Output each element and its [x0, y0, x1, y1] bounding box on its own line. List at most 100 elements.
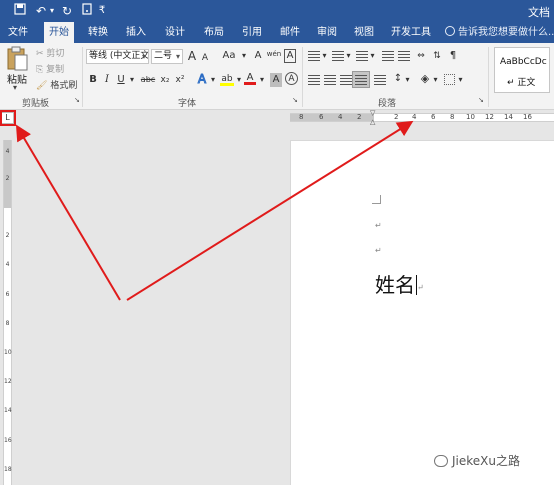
tab-view[interactable]: 视图	[350, 22, 378, 43]
style-normal[interactable]: AaBbCcDc ↵ 正文	[494, 47, 550, 93]
font-size-select[interactable]: 二号	[151, 49, 183, 64]
char-border-button[interactable]: A	[284, 49, 296, 63]
vertical-ruler[interactable]: 4 2 2 4 6 8 10 12 14 16 18	[3, 140, 12, 485]
horizontal-ruler[interactable]: 8 6 4 2 2 4 6 8 10 12 14 16 ▽ △	[290, 109, 554, 126]
ruler-number: 18	[4, 466, 12, 473]
highlight-button[interactable]: ab	[220, 72, 234, 86]
tab-convert[interactable]: 转换	[84, 22, 112, 43]
clipboard-launcher-icon[interactable]: ↘	[74, 96, 80, 104]
numbering-dropdown-icon[interactable]: ▾	[345, 49, 352, 63]
italic-button[interactable]: I	[102, 73, 112, 87]
tab-design[interactable]: 设计	[161, 22, 189, 43]
tab-file[interactable]: 文件	[4, 22, 32, 43]
watermark: JiekeXu之路	[434, 452, 520, 469]
ruler-number: 12	[4, 378, 12, 385]
first-line-indent-marker[interactable]: ▽	[370, 109, 375, 117]
tab-home[interactable]: 开始	[44, 22, 74, 43]
numbering-icon[interactable]	[332, 51, 344, 61]
paragraph-launcher-icon[interactable]: ↘	[478, 96, 484, 104]
font-name-select[interactable]: 等线 (中文正文)	[86, 49, 149, 64]
strikethrough-button[interactable]: abc	[140, 73, 156, 87]
tab-layout[interactable]: 布局	[200, 22, 228, 43]
multilevel-dropdown-icon[interactable]: ▾	[369, 49, 376, 63]
change-case-dropdown-icon[interactable]: ▾	[240, 49, 248, 63]
cut-button[interactable]: ✂ 剪切	[36, 46, 64, 59]
multilevel-list-icon[interactable]	[356, 51, 368, 61]
align-center-icon[interactable]	[324, 75, 336, 85]
style-marker: ↵	[507, 78, 515, 88]
subscript-button[interactable]: x₂	[159, 73, 171, 87]
shading-dropdown-icon[interactable]: ▾	[432, 73, 439, 87]
shading-icon[interactable]: ◈	[418, 72, 432, 86]
ruler-number: 4	[412, 113, 417, 121]
wechat-icon	[434, 455, 448, 467]
grow-font-button[interactable]: A	[186, 49, 198, 63]
paste-dropdown-icon[interactable]: ▾	[13, 83, 17, 92]
font-launcher-icon[interactable]: ↘	[292, 96, 298, 104]
paragraph-mark: ↵	[417, 283, 424, 292]
save-icon[interactable]	[12, 3, 28, 19]
hanging-indent-marker[interactable]: △	[370, 118, 375, 126]
tab-developer[interactable]: 开发工具	[388, 22, 434, 43]
superscript-button[interactable]: x²	[174, 73, 186, 87]
ruler-number: 6	[5, 291, 10, 298]
document-page[interactable]: ↵ ↵ 姓名 ↵	[290, 140, 554, 485]
tell-me-box[interactable]: 告诉我您想要做什么...	[445, 22, 554, 43]
ribbon-home: 粘贴 ▾ ✂ 剪切 ⎘ 复制 🖌 格式刷 剪贴板 ↘ 等线 (中文正文) 二号 …	[0, 43, 554, 110]
title-bar: ↶ ▾ ↻ ₹ 文档	[0, 0, 554, 22]
copy-button[interactable]: ⎘ 复制	[36, 62, 64, 75]
bold-button[interactable]: B	[88, 73, 98, 87]
phonetic-label: wén	[266, 50, 282, 58]
watermark-text: JiekeXu之路	[452, 454, 520, 468]
paste-icon[interactable]	[6, 46, 28, 72]
font-color-button[interactable]: A	[244, 71, 256, 85]
paragraph-mark: ↵	[375, 246, 382, 255]
ribbon-tabs: 文件 开始 转换 插入 设计 布局 引用 邮件 审阅 视图 开发工具 告诉我您想…	[0, 22, 554, 43]
redo-icon[interactable]: ↻	[60, 3, 74, 19]
ruler-number: 4	[338, 113, 343, 121]
shrink-font-button[interactable]: A	[200, 51, 210, 65]
underline-button[interactable]: U	[116, 73, 126, 87]
undo-icon[interactable]: ↶	[34, 3, 48, 19]
tab-references[interactable]: 引用	[238, 22, 266, 43]
sort-icon[interactable]: ⇅	[430, 49, 444, 63]
format-painter-button[interactable]: 🖌 格式刷	[36, 78, 77, 91]
ruler-number: 2	[5, 232, 10, 239]
paragraph-mark: ↵	[375, 221, 382, 230]
customize-quick-access-icon[interactable]: ₹	[97, 3, 107, 19]
text-effects-dropdown-icon[interactable]: ▾	[209, 73, 217, 87]
tab-mailings[interactable]: 邮件	[276, 22, 304, 43]
document-text[interactable]: 姓名 ↵	[375, 269, 424, 298]
asian-layout-icon[interactable]: ⇔	[414, 49, 428, 63]
change-case-button[interactable]: Aa	[220, 49, 238, 63]
line-spacing-dropdown-icon[interactable]: ▾	[404, 73, 411, 87]
ruler-number: 4	[5, 261, 10, 268]
char-shading-button[interactable]: A	[270, 73, 282, 87]
bullets-dropdown-icon[interactable]: ▾	[321, 49, 328, 63]
show-marks-icon[interactable]: ¶	[447, 49, 459, 63]
justify-button[interactable]	[352, 71, 370, 88]
distributed-icon[interactable]	[374, 75, 386, 85]
tab-insert[interactable]: 插入	[122, 22, 150, 43]
arrow-to-tab-selector	[15, 124, 121, 301]
clear-format-button[interactable]: A	[252, 49, 264, 63]
text-effects-button[interactable]: A	[196, 72, 208, 87]
phonetic-guide-button[interactable]: wén	[266, 47, 282, 61]
undo-dropdown-icon[interactable]: ▾	[48, 3, 56, 19]
line-spacing-icon[interactable]: ↕	[392, 72, 404, 86]
bullets-icon[interactable]	[308, 51, 320, 61]
tab-selector-highlight	[0, 110, 16, 126]
align-right-icon[interactable]	[340, 75, 352, 85]
borders-dropdown-icon[interactable]: ▾	[457, 73, 464, 87]
underline-dropdown-icon[interactable]: ▾	[128, 73, 136, 87]
tab-review[interactable]: 审阅	[313, 22, 341, 43]
enclose-char-button[interactable]: A	[285, 72, 298, 85]
decrease-indent-icon[interactable]	[382, 51, 394, 61]
align-left-icon[interactable]	[308, 75, 320, 85]
borders-icon[interactable]	[444, 74, 455, 85]
paragraph-group-label: 段落	[378, 99, 397, 109]
highlight-dropdown-icon[interactable]: ▾	[235, 73, 243, 87]
touch-mode-icon[interactable]	[80, 3, 94, 19]
increase-indent-icon[interactable]	[398, 51, 410, 61]
font-color-dropdown-icon[interactable]: ▾	[258, 73, 266, 87]
